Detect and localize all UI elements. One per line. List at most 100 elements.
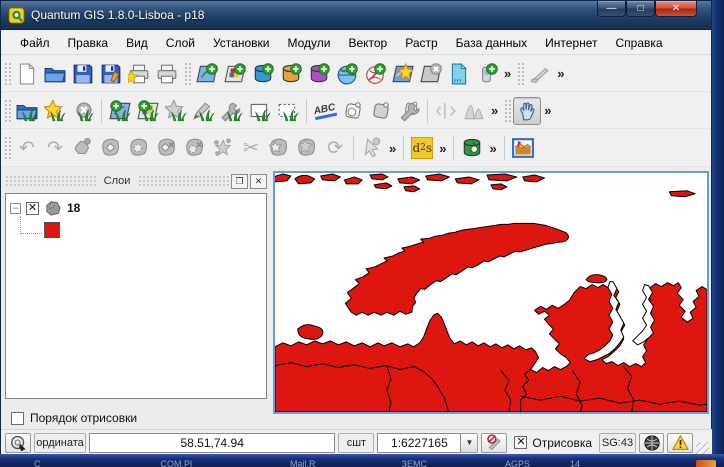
split-features-button[interactable]: ✂	[237, 134, 265, 162]
draw-order-checkbox[interactable]	[11, 411, 24, 425]
merge-features-button[interactable]	[265, 134, 293, 162]
layer-visibility-checkbox[interactable]: ✕	[26, 201, 39, 215]
stop-rendering-button[interactable]	[481, 432, 508, 453]
menu-plugins[interactable]: Модули	[278, 33, 339, 53]
delete-part-button[interactable]	[181, 134, 209, 162]
grass-new-mapset-button[interactable]	[41, 97, 69, 125]
grass-open-tools-button[interactable]	[162, 97, 190, 125]
add-raster-layer-button[interactable]	[221, 60, 249, 88]
draw-order-control[interactable]: Порядок отрисовки	[11, 411, 137, 425]
toolbar-handle[interactable]	[516, 60, 525, 87]
new-print-composer-button[interactable]	[125, 60, 153, 88]
grass-add-raster-button[interactable]	[134, 97, 162, 125]
menu-database[interactable]: База данных	[447, 33, 536, 53]
add-wfs-layer-button[interactable]	[361, 60, 389, 88]
toolbar-overflow-chevron[interactable]: »	[486, 141, 499, 156]
delete-ring-button[interactable]	[153, 134, 181, 162]
toolbar-overflow-chevron[interactable]: »	[386, 141, 399, 156]
add-delimited-text-button[interactable]: ,,,	[445, 60, 473, 88]
label-tag-button[interactable]	[339, 97, 367, 125]
reshape-features-button[interactable]	[209, 134, 237, 162]
render-checkbox[interactable]: ✕	[514, 436, 528, 449]
scale-dropdown-button[interactable]: ▼	[461, 432, 479, 453]
identify-button[interactable]	[358, 134, 386, 162]
add-ring-button[interactable]	[125, 134, 153, 162]
save-project-as-button[interactable]	[97, 60, 125, 88]
minimize-button[interactable]: —	[597, 1, 626, 17]
label-settings-button[interactable]	[395, 97, 423, 125]
log-messages-button[interactable]	[667, 432, 693, 453]
save-project-button[interactable]	[69, 60, 97, 88]
raster-histogram-button[interactable]	[460, 97, 488, 125]
layer-row[interactable]: − ✕ 18	[10, 200, 262, 216]
menu-web[interactable]: Интернет	[536, 33, 606, 53]
add-spatialite-layer-button[interactable]	[277, 60, 305, 88]
raster-stretch-button[interactable]	[432, 97, 460, 125]
expander-icon[interactable]: −	[10, 202, 21, 214]
panel-float-button[interactable]: ❐	[231, 173, 248, 189]
menu-file[interactable]: Файл	[11, 33, 59, 53]
toolbar-overflow-chevron[interactable]: »	[488, 103, 501, 118]
menu-edit[interactable]: Правка	[59, 33, 118, 53]
add-mssql-layer-button[interactable]	[305, 60, 333, 88]
map-canvas[interactable]	[273, 171, 709, 414]
pan-map-button[interactable]	[513, 96, 542, 125]
simplify-feature-button[interactable]	[97, 134, 125, 162]
menu-layer[interactable]: Слой	[157, 33, 204, 53]
labeling-button[interactable]: ABC	[311, 97, 339, 125]
toolbar-handle[interactable]	[3, 60, 11, 87]
menu-view[interactable]: Вид	[117, 33, 157, 53]
menu-vector[interactable]: Вектор	[339, 33, 396, 53]
evis-button[interactable]	[458, 134, 486, 162]
toggle-extents-button[interactable]	[5, 432, 31, 453]
close-button[interactable]: ✕	[655, 1, 697, 17]
redo-button[interactable]: ↷	[41, 134, 69, 162]
toolbar-overflow-chevron[interactable]: »	[554, 66, 567, 81]
toolbar-handle[interactable]	[183, 60, 191, 87]
grass-close-mapset-button[interactable]	[69, 97, 97, 125]
toolbar-handle[interactable]	[3, 97, 11, 124]
scale-value[interactable]: 1:6227165	[377, 432, 462, 453]
rotate-feature-button[interactable]	[69, 134, 97, 162]
title-bar[interactable]: Quantum GIS 1.8.0-Lisboa - p18 — □ ✕	[1, 1, 711, 30]
toolbar-overflow-chevron[interactable]: »	[436, 141, 449, 156]
rotate-point-symbols-button[interactable]: ⟳	[321, 134, 349, 162]
maximize-button[interactable]: □	[626, 1, 655, 17]
panel-close-button[interactable]: ✕	[250, 173, 267, 189]
layer-name[interactable]: 18	[67, 201, 80, 215]
toolbar-overflow-chevron[interactable]: »	[501, 66, 514, 81]
merge-attributes-button[interactable]	[293, 134, 321, 162]
scale-combo[interactable]: 1:6227165 ▼	[377, 432, 479, 453]
layers-tree[interactable]: − ✕ 18	[5, 193, 267, 399]
open-project-button[interactable]	[41, 60, 69, 88]
georeferencer-button[interactable]	[509, 134, 537, 162]
menu-raster[interactable]: Растр	[396, 33, 446, 53]
print-composer-button[interactable]	[153, 60, 181, 88]
gps-tools-button[interactable]	[473, 60, 501, 88]
add-postgis-layer-button[interactable]	[249, 60, 277, 88]
label-tag-alt-button[interactable]	[367, 97, 395, 125]
menu-help[interactable]: Справка	[607, 33, 672, 53]
menu-settings[interactable]: Установки	[204, 33, 278, 53]
toolbar-overflow-chevron[interactable]: »	[541, 103, 554, 118]
remove-layer-button[interactable]	[417, 60, 445, 88]
grass-open-mapset-button[interactable]	[13, 97, 41, 125]
grass-display-region-button[interactable]	[246, 97, 274, 125]
grass-edit-button[interactable]	[190, 97, 218, 125]
layers-panel-header[interactable]: Слои ❐ ✕	[5, 171, 267, 191]
symbology-row[interactable]	[44, 222, 262, 238]
crs-status-button[interactable]	[639, 432, 664, 453]
add-wms-layer-button[interactable]	[333, 60, 361, 88]
toolbar-handle[interactable]	[503, 97, 512, 124]
new-project-button[interactable]	[13, 60, 41, 88]
coordinate-input[interactable]: 58.51,74.94	[89, 432, 336, 453]
grass-region-tools-button[interactable]	[218, 97, 246, 125]
grass-edit-region-button[interactable]	[274, 97, 302, 125]
render-toggle[interactable]: ✕ Отрисовка	[510, 436, 596, 450]
new-shapefile-layer-button[interactable]	[389, 60, 417, 88]
dxf2shp-button[interactable]: d2s	[408, 134, 436, 162]
measure-line-button[interactable]	[526, 60, 554, 88]
grass-add-vector-button[interactable]	[106, 97, 134, 125]
add-vector-layer-button[interactable]	[193, 60, 221, 88]
toolbar-handle[interactable]	[3, 135, 11, 161]
